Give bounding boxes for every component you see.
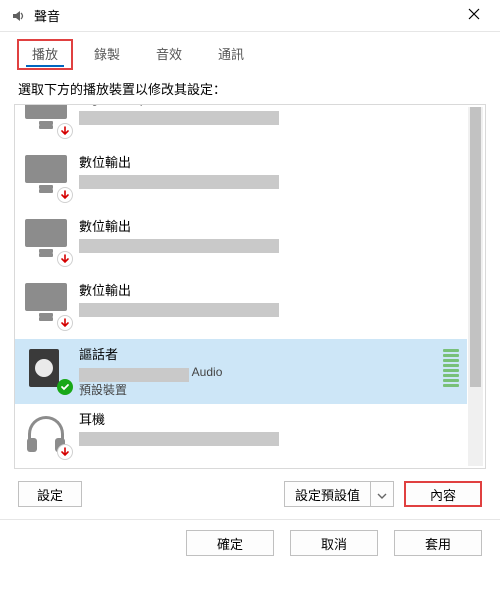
device-item[interactable]: Digital Output — [15, 105, 467, 147]
apply-button[interactable]: 套用 — [394, 530, 482, 556]
arrow-down-icon — [57, 251, 73, 267]
redacted-text — [79, 303, 279, 317]
device-desc: Audio — [79, 363, 435, 382]
arrow-down-icon — [57, 444, 73, 460]
tab-strip: 播放 錄製 音效 通訊 — [0, 32, 500, 69]
device-item[interactable]: 數位輸出 — [15, 211, 467, 275]
tab-effects[interactable]: 音效 — [142, 40, 196, 69]
device-icon — [25, 412, 69, 456]
device-name: 數位輸出 — [79, 219, 459, 235]
cancel-button[interactable]: 取消 — [290, 530, 378, 556]
tab-playback[interactable]: 播放 — [18, 40, 72, 69]
device-icon — [25, 155, 69, 199]
device-name: 數位輸出 — [79, 155, 459, 171]
device-list: Digital Output 數位輸出 — [14, 104, 486, 469]
titlebar: 聲音 — [0, 0, 500, 32]
chevron-down-icon — [377, 487, 387, 502]
device-actions-row: 設定 設定預設值 內容 — [18, 481, 482, 507]
check-icon — [57, 379, 73, 395]
device-icon — [25, 219, 69, 263]
properties-button[interactable]: 內容 — [404, 481, 482, 507]
instruction-text: 選取下方的播放裝置以修改其設定： — [18, 79, 482, 98]
device-name: 耳機 — [79, 412, 459, 428]
set-default-dropdown[interactable] — [370, 481, 394, 507]
configure-button[interactable]: 設定 — [18, 481, 82, 507]
sound-icon — [10, 8, 26, 24]
scrollbar[interactable] — [468, 107, 483, 466]
scrollbar-thumb[interactable] — [470, 107, 481, 387]
tab-recording[interactable]: 錄製 — [80, 40, 134, 69]
tab-communications[interactable]: 通訊 — [204, 40, 258, 69]
device-item[interactable]: 數位輸出 — [15, 275, 467, 339]
level-meter — [443, 349, 459, 387]
arrow-down-icon — [57, 123, 73, 139]
device-item[interactable]: 數位輸出 — [15, 147, 467, 211]
device-name: 數位輸出 — [79, 283, 459, 299]
redacted-text — [79, 175, 279, 189]
device-name: Digital Output — [79, 105, 459, 107]
device-icon — [25, 283, 69, 327]
redacted-text — [79, 432, 279, 446]
device-name: 謳話者 — [79, 347, 435, 363]
ok-button[interactable]: 確定 — [186, 530, 274, 556]
dialog-footer: 確定 取消 套用 — [0, 519, 500, 568]
close-button[interactable] — [451, 1, 496, 31]
redacted-text — [79, 239, 279, 253]
redacted-text — [79, 111, 279, 125]
device-status: 預設裝置 — [79, 382, 435, 398]
set-default-button[interactable]: 設定預設值 — [284, 481, 370, 507]
close-icon — [468, 7, 480, 25]
device-icon — [25, 105, 69, 135]
arrow-down-icon — [57, 315, 73, 331]
device-item[interactable]: 耳機 — [15, 404, 467, 468]
device-item-selected[interactable]: 謳話者 Audio 預設裝置 — [15, 339, 467, 404]
set-default-split: 設定預設值 — [284, 481, 394, 507]
device-icon — [25, 347, 69, 391]
arrow-down-icon — [57, 187, 73, 203]
redacted-text — [79, 368, 189, 382]
window-title: 聲音 — [34, 6, 451, 25]
